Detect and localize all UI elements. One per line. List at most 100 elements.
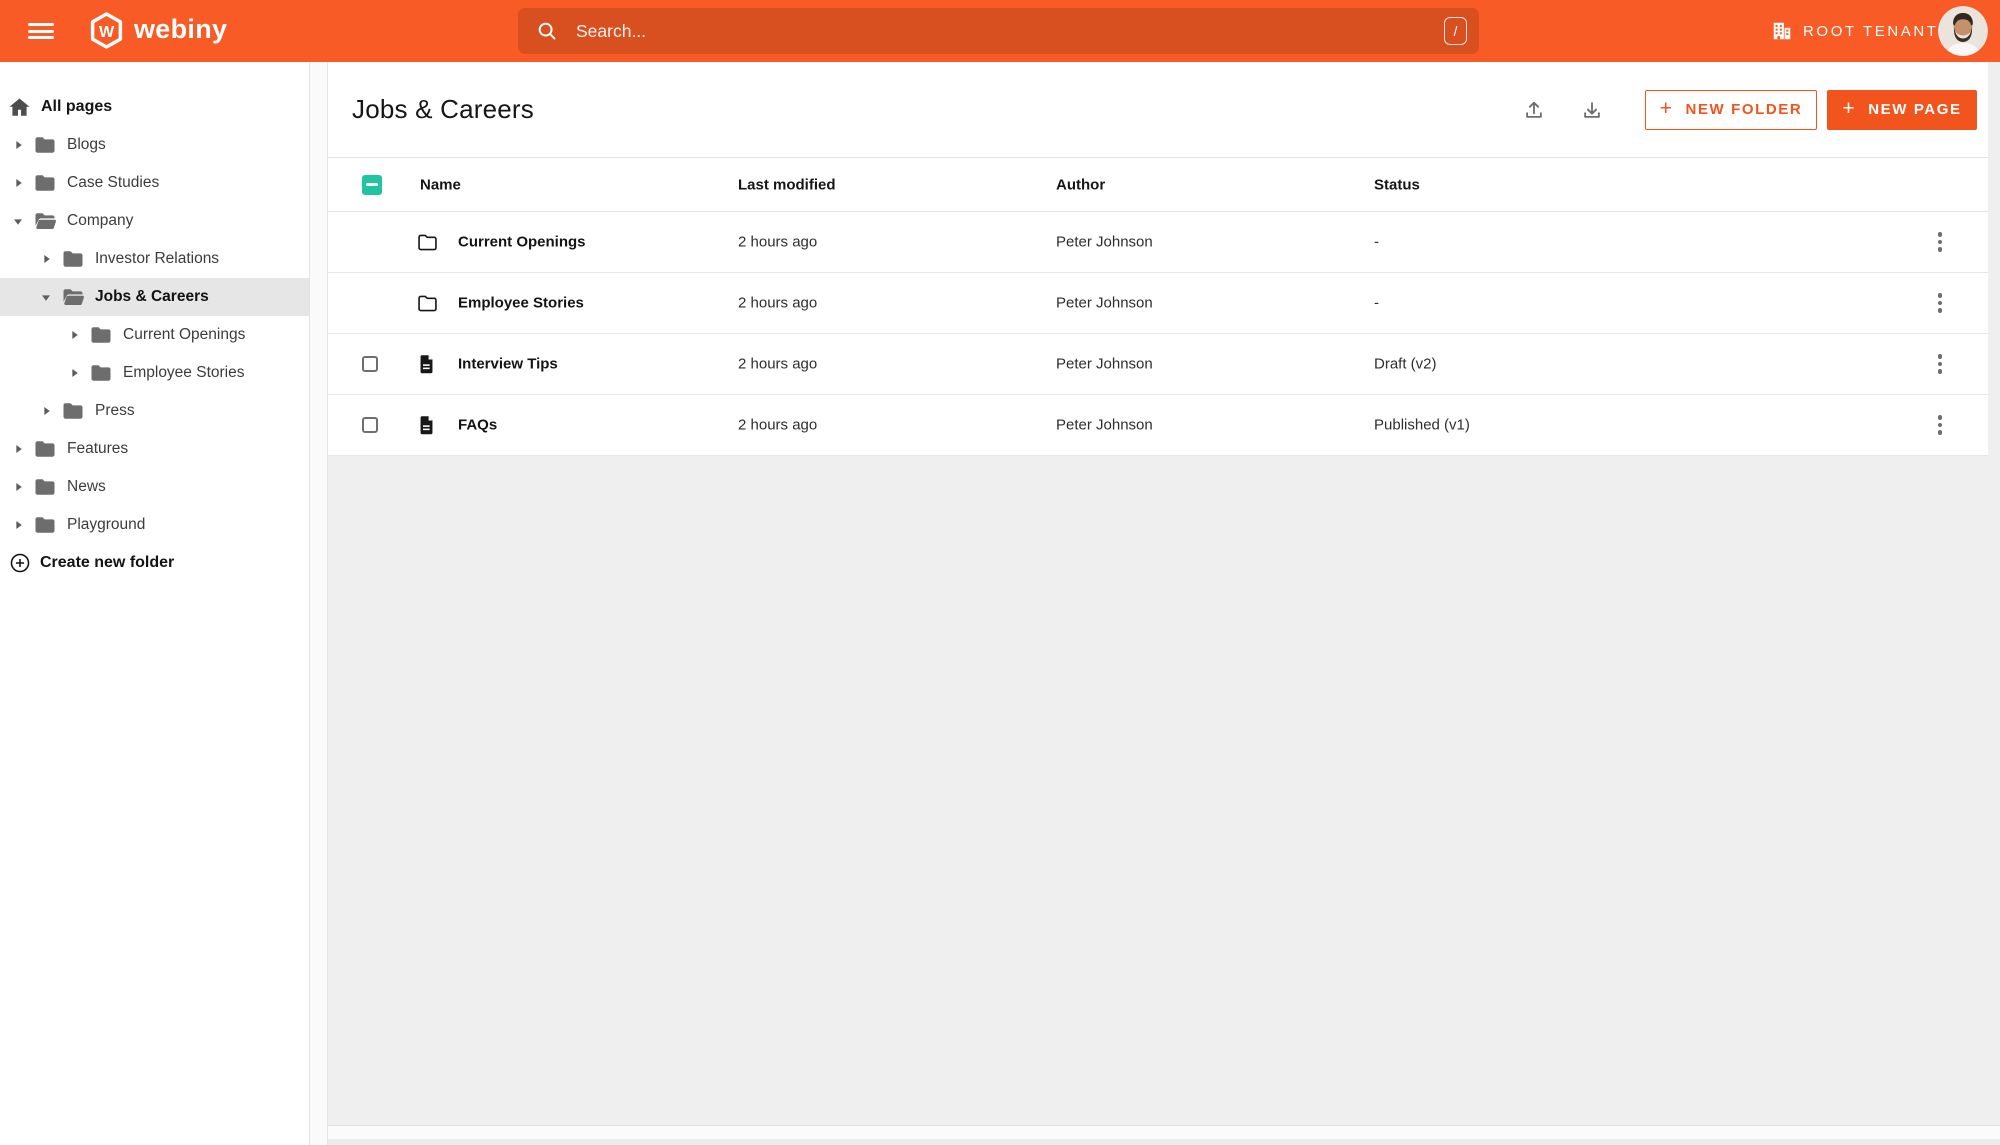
table-row-faqs[interactable]: FAQs 2 hours ago Peter Johnson Published…: [328, 395, 1988, 456]
page-title: Jobs & Careers: [352, 94, 534, 124]
svg-text:W: W: [99, 24, 115, 41]
folder-closed-icon: [63, 403, 83, 419]
page-icon: [420, 415, 433, 434]
sidebar-item-label: Investor Relations: [95, 250, 220, 267]
content-sheet: Jobs & Careers + NEW FOLDER + NEW PAGE N…: [328, 62, 1988, 456]
row-last-modified: 2 hours ago: [738, 355, 818, 373]
webiny-logo: W webiny: [90, 12, 227, 49]
caret-right-icon[interactable]: [14, 520, 23, 530]
sidebar-item-investor-relations[interactable]: Investor Relations: [0, 240, 309, 278]
row-author: Peter Johnson: [1056, 294, 1153, 312]
row-name[interactable]: Current Openings: [458, 234, 586, 251]
caret-down-icon[interactable]: [41, 293, 51, 302]
download-icon: [1584, 101, 1600, 118]
page-icon: [420, 354, 433, 373]
plus-icon: +: [1842, 97, 1857, 120]
caret-right-icon[interactable]: [70, 330, 79, 340]
row-name[interactable]: Interview Tips: [458, 356, 558, 373]
tenant-selector[interactable]: ROOT TENANT: [1771, 0, 1939, 62]
select-all-checkbox[interactable]: [362, 174, 382, 195]
row-status: Published (v1): [1374, 416, 1470, 434]
sidebar-item-press[interactable]: Press: [0, 392, 309, 430]
logo-wordmark: webiny: [134, 13, 228, 44]
row-last-modified: 2 hours ago: [738, 416, 818, 434]
folder-open-icon: [35, 213, 56, 229]
table-row-current-openings[interactable]: Current Openings 2 hours ago Peter Johns…: [328, 212, 1988, 273]
new-page-button[interactable]: + NEW PAGE: [1827, 89, 1977, 130]
row-menu-button[interactable]: [1926, 411, 1954, 439]
column-header-status[interactable]: Status: [1374, 176, 1420, 193]
avatar-photo: [1938, 6, 1988, 56]
caret-right-icon[interactable]: [14, 482, 23, 492]
sidebar-item-features[interactable]: Features: [0, 430, 309, 468]
folder-closed-icon: [35, 517, 55, 533]
folder-icon: [418, 295, 437, 311]
row-checkbox[interactable]: [362, 356, 378, 372]
search-input[interactable]: [574, 19, 1444, 43]
sidebar-item-employee-stories[interactable]: Employee Stories: [0, 354, 309, 392]
caret-right-icon[interactable]: [70, 368, 79, 378]
slash-shortcut-badge: /: [1444, 17, 1467, 45]
create-new-folder-button[interactable]: Create new folder: [0, 544, 309, 582]
row-author: Peter Johnson: [1056, 233, 1153, 251]
new-page-label: NEW PAGE: [1868, 101, 1962, 118]
sidebar-item-label: Press: [95, 402, 135, 419]
building-icon: [1773, 22, 1791, 40]
user-avatar[interactable]: [1938, 6, 1988, 56]
folder-tree: Blogs Case Studies Company Investor Rela…: [0, 126, 309, 544]
table-header-row: Name Last modified Author Status: [328, 158, 1988, 212]
table-body: Current Openings 2 hours ago Peter Johns…: [328, 212, 1988, 456]
new-folder-label: NEW FOLDER: [1685, 101, 1803, 118]
upload-icon: [1526, 101, 1542, 118]
page-header: Jobs & Careers + NEW FOLDER + NEW PAGE: [328, 62, 1988, 158]
row-checkbox[interactable]: [362, 417, 378, 433]
top-bar: W webiny / ROOT TENANT: [0, 0, 2000, 62]
tenant-name: ROOT TENANT: [1803, 22, 1939, 40]
sidebar-item-label: All pages: [41, 98, 113, 115]
caret-right-icon[interactable]: [42, 254, 51, 264]
column-header-name[interactable]: Name: [420, 176, 461, 193]
row-name[interactable]: FAQs: [458, 417, 497, 434]
sidebar-item-blogs[interactable]: Blogs: [0, 126, 309, 164]
column-header-last-modified[interactable]: Last modified: [738, 176, 836, 193]
sidebar-item-all-pages[interactable]: All pages: [0, 88, 309, 126]
caret-right-icon[interactable]: [14, 444, 23, 454]
row-menu-button[interactable]: [1926, 289, 1954, 317]
import-button[interactable]: [1516, 92, 1552, 128]
sidebar-item-company[interactable]: Company: [0, 202, 309, 240]
sidebar-item-case-studies[interactable]: Case Studies: [0, 164, 309, 202]
sidebar-item-playground[interactable]: Playground: [0, 506, 309, 544]
export-button[interactable]: [1574, 92, 1610, 128]
menu-icon[interactable]: [28, 23, 54, 39]
sidebar-item-news[interactable]: News: [0, 468, 309, 506]
column-header-author[interactable]: Author: [1056, 176, 1105, 193]
sidebar-item-current-openings[interactable]: Current Openings: [0, 316, 309, 354]
caret-right-icon[interactable]: [14, 140, 23, 150]
sidebar-item-label: Current Openings: [123, 326, 246, 343]
sidebar-item-label: Playground: [67, 516, 146, 533]
sidebar-item-label: Jobs & Careers: [95, 288, 209, 305]
app-body: All pages Blogs Case Studies Company Inv…: [0, 62, 2000, 1145]
sidebar-item-label: Features: [67, 440, 129, 457]
global-search[interactable]: /: [518, 8, 1479, 54]
add-circle-icon: [10, 553, 30, 573]
row-status: Draft (v2): [1374, 355, 1437, 373]
folder-closed-icon: [35, 137, 55, 153]
horizontal-scrollbar[interactable]: [328, 1125, 2000, 1145]
caret-right-icon[interactable]: [42, 406, 51, 416]
row-menu-button[interactable]: [1926, 228, 1954, 256]
caret-right-icon[interactable]: [14, 178, 23, 188]
row-name[interactable]: Employee Stories: [458, 295, 584, 312]
sidebar-item-label: Case Studies: [67, 174, 160, 191]
folder-closed-icon: [35, 479, 55, 495]
row-menu-button[interactable]: [1926, 350, 1954, 378]
folder-closed-icon: [35, 175, 55, 191]
table-row-employee-stories[interactable]: Employee Stories 2 hours ago Peter Johns…: [328, 273, 1988, 334]
table-row-interview-tips[interactable]: Interview Tips 2 hours ago Peter Johnson…: [328, 334, 1988, 395]
caret-down-icon[interactable]: [13, 217, 23, 226]
search-icon: [538, 22, 556, 40]
sidebar-item-jobs-careers[interactable]: Jobs & Careers: [0, 278, 309, 316]
folder-closed-icon: [35, 441, 55, 457]
new-folder-button[interactable]: + NEW FOLDER: [1645, 89, 1817, 130]
folder-tree-sidebar: All pages Blogs Case Studies Company Inv…: [0, 62, 310, 1145]
